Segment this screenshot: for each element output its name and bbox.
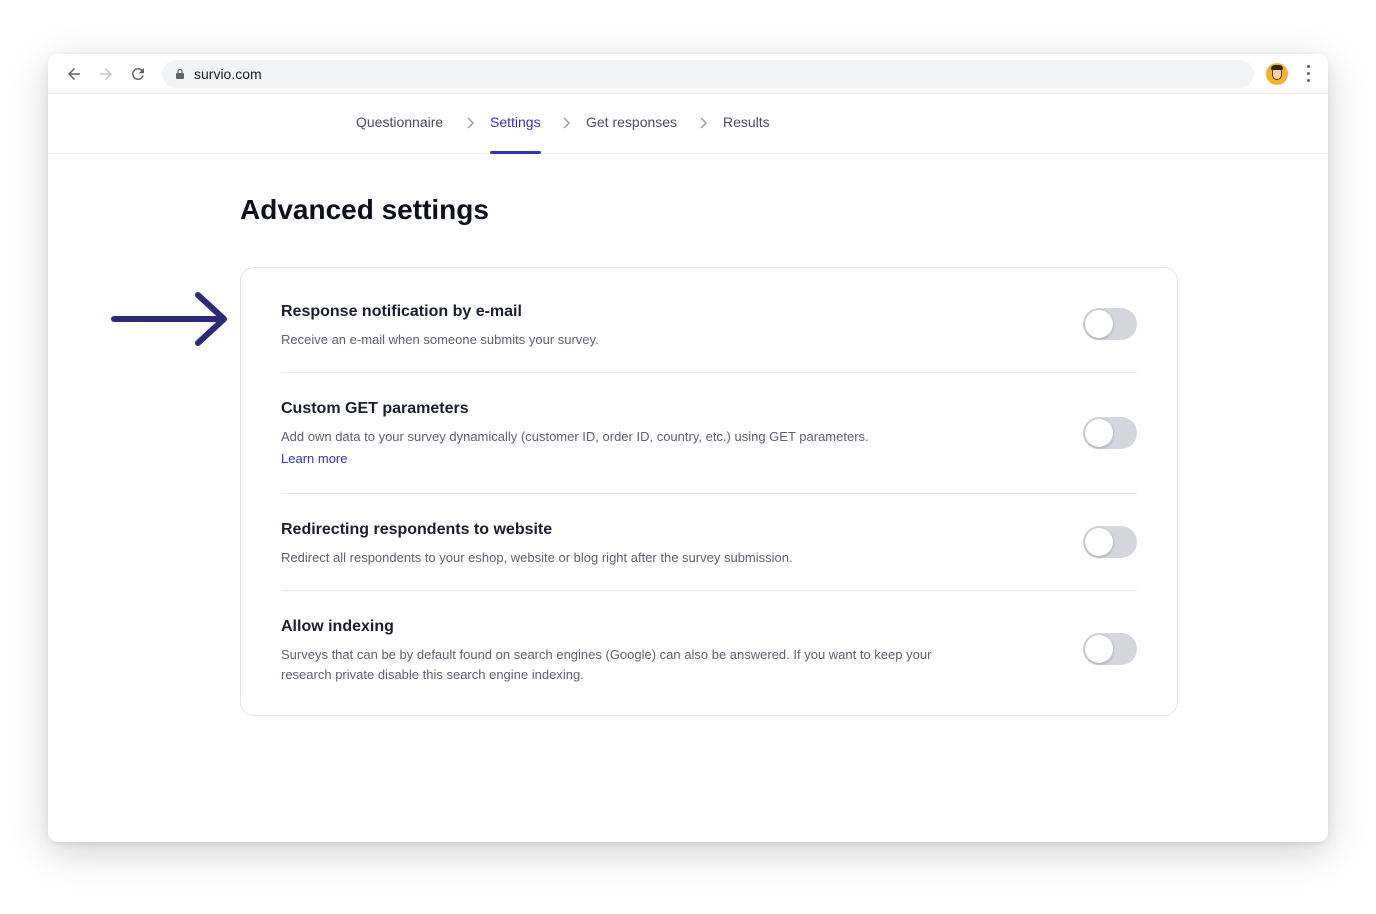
- browser-window: survio.com Questionnaire Settings Get re…: [48, 54, 1328, 842]
- chevron-right-icon: [467, 117, 475, 129]
- url-text: survio.com: [194, 65, 262, 82]
- forward-button[interactable]: [92, 60, 120, 88]
- email-notification-toggle[interactable]: [1083, 308, 1137, 340]
- settings-card: Response notification by e-mail Receive …: [240, 267, 1178, 716]
- browser-toolbar: survio.com: [48, 54, 1328, 94]
- setting-row-email-notification: Response notification by e-mail Receive …: [281, 303, 1137, 350]
- reload-icon: [132, 67, 144, 80]
- get-parameters-toggle[interactable]: [1083, 417, 1137, 449]
- back-button[interactable]: [60, 60, 88, 88]
- divider: [281, 372, 1137, 373]
- setting-row-indexing: Allow indexing Surveys that can be by de…: [281, 618, 1137, 685]
- chevron-right-icon: [700, 117, 708, 129]
- page-title: Advanced settings: [240, 194, 489, 225]
- setting-description: Surveys that can be by default found on …: [281, 647, 932, 682]
- chevron-right-icon: [563, 117, 571, 129]
- more-vert-icon[interactable]: [1300, 64, 1316, 84]
- setting-row-get-parameters: Custom GET parameters Add own data to yo…: [281, 400, 1137, 468]
- back-arrow-icon: [68, 67, 80, 80]
- setting-title: Allow indexing: [281, 618, 394, 635]
- divider: [281, 590, 1137, 591]
- lock-icon: [176, 68, 184, 79]
- tab-get-responses[interactable]: Get responses: [586, 114, 677, 130]
- setting-row-redirect: Redirecting respondents to website Redir…: [281, 521, 1137, 568]
- address-bar[interactable]: survio.com: [162, 59, 1254, 88]
- tab-questionnaire[interactable]: Questionnaire: [356, 114, 443, 130]
- setting-description: Add own data to your survey dynamically …: [281, 429, 869, 444]
- forward-arrow-icon: [100, 67, 112, 80]
- arrow-right-icon: [111, 292, 227, 346]
- setting-title: Custom GET parameters: [281, 400, 469, 417]
- redirect-toggle[interactable]: [1083, 526, 1137, 558]
- tab-settings[interactable]: Settings: [490, 114, 541, 154]
- learn-more-link[interactable]: Learn more: [281, 451, 347, 466]
- reload-button[interactable]: [124, 60, 152, 88]
- tab-results[interactable]: Results: [723, 114, 770, 130]
- setting-description: Receive an e-mail when someone submits y…: [281, 332, 599, 347]
- indexing-toggle[interactable]: [1083, 633, 1137, 665]
- steps-nav: Questionnaire Settings Get responses Res…: [48, 94, 1328, 154]
- divider: [281, 493, 1137, 494]
- setting-description: Redirect all respondents to your eshop, …: [281, 550, 793, 565]
- avatar[interactable]: [1266, 62, 1288, 85]
- setting-title: Response notification by e-mail: [281, 303, 522, 320]
- setting-title: Redirecting respondents to website: [281, 521, 553, 538]
